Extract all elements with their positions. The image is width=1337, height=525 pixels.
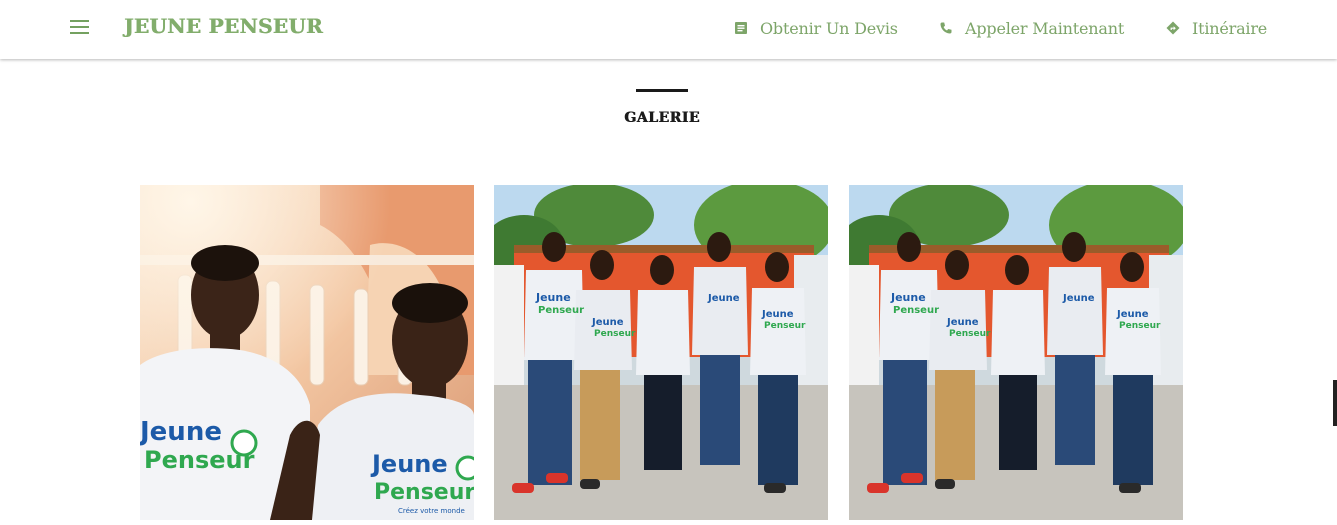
hamburger-menu-icon[interactable] <box>70 19 90 35</box>
svg-text:Jeune: Jeune <box>761 309 794 320</box>
gallery-image-3[interactable]: Jeune Penseur Jeune Penseur Jeune Jeune … <box>849 185 1183 520</box>
document-icon <box>735 22 747 34</box>
svg-text:Jeune: Jeune <box>946 317 979 328</box>
svg-text:Jeune: Jeune <box>535 291 571 304</box>
gallery-photo-selfie: Jeune Penseur Jeune Penseur Créez votre … <box>140 185 474 520</box>
gallery-image-2[interactable]: Jeune Penseur Jeune Penseur Jeune Jeune … <box>494 185 828 520</box>
svg-text:Jeune: Jeune <box>370 450 448 478</box>
svg-text:Jeune: Jeune <box>591 317 624 328</box>
site-header: JEUNE PENSEUR Obtenir Un Devis Appeler M… <box>0 0 1337 59</box>
nav-call-label: Appeler Maintenant <box>965 18 1125 38</box>
nav-call-link[interactable]: Appeler Maintenant <box>939 17 1124 39</box>
svg-text:Penseur: Penseur <box>949 329 991 339</box>
svg-text:Penseur: Penseur <box>374 480 474 505</box>
svg-text:Penseur: Penseur <box>594 329 636 339</box>
svg-text:Jeune: Jeune <box>1116 309 1149 320</box>
nav-directions-label: Itinéraire <box>1192 18 1268 38</box>
section-divider <box>636 89 688 92</box>
nav-quote-link[interactable]: Obtenir Un Devis <box>734 17 898 39</box>
svg-text:Jeune: Jeune <box>707 293 740 304</box>
nav-quote-label: Obtenir Un Devis <box>760 18 898 38</box>
gallery-image-1[interactable]: Jeune Penseur Jeune Penseur Créez votre … <box>140 185 474 520</box>
svg-text:Penseur: Penseur <box>893 305 939 316</box>
brand-logo[interactable]: JEUNE PENSEUR <box>124 14 323 38</box>
nav-directions-link[interactable]: Itinéraire <box>1166 17 1267 39</box>
svg-text:Penseur: Penseur <box>764 321 806 331</box>
shirt-logo-text: Jeune <box>140 417 222 447</box>
svg-text:Penseur: Penseur <box>1119 321 1161 331</box>
gallery-title: GALERIE <box>624 110 700 126</box>
gallery-photo-group: Jeune Penseur Jeune Penseur Jeune Jeune … <box>494 185 828 520</box>
svg-text:Jeune: Jeune <box>1062 293 1095 304</box>
gallery-photo-group-2: Jeune Penseur Jeune Penseur Jeune Jeune … <box>849 185 1183 520</box>
svg-text:Jeune: Jeune <box>890 291 926 304</box>
svg-text:Penseur: Penseur <box>538 305 584 316</box>
scrollbar-thumb[interactable] <box>1333 380 1337 426</box>
svg-text:Créez votre monde: Créez votre monde <box>398 507 465 515</box>
directions-icon <box>1166 21 1180 35</box>
phone-icon <box>940 22 952 34</box>
